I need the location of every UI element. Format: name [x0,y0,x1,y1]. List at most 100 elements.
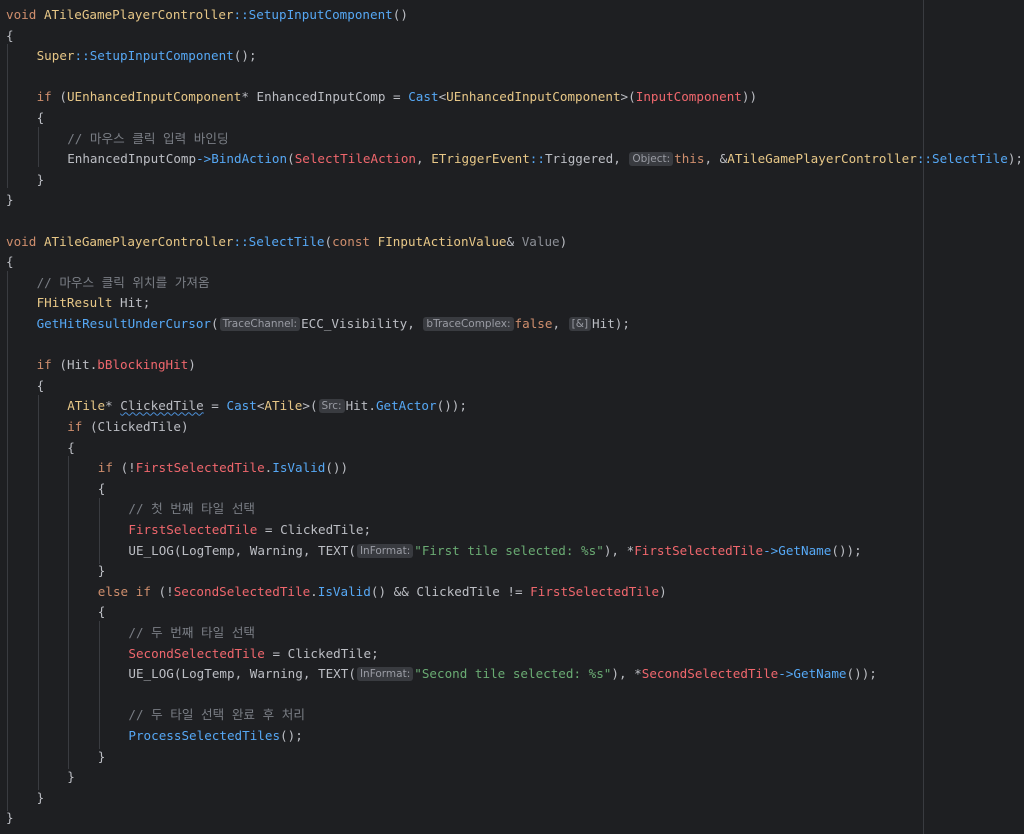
code-line[interactable]: if (UEnhancedInputComponent* EnhancedInp… [0,87,1024,108]
parameter-hint: TraceChannel: [219,317,301,331]
code-token: ! [128,460,136,476]
code-text: { [98,479,106,500]
code-token: ; [459,398,467,414]
code-token: } [6,192,14,208]
code-line[interactable]: // 첫 번째 타일 선택 [0,499,1024,520]
code-token: IsValid [272,460,326,476]
code-line[interactable]: void ATileGamePlayerController::SelectTi… [0,232,1024,253]
code-line[interactable]: { [0,26,1024,47]
code-text: FirstSelectedTile = ClickedTile; [128,520,371,541]
code-text: } [37,788,45,809]
code-line[interactable]: } [0,190,1024,211]
code-line[interactable]: // 마우스 클릭 입력 바인딩 [0,129,1024,150]
parameter-hint: InFormat: [356,667,414,682]
code-line[interactable]: if (!FirstSelectedTile.IsValid()) [0,458,1024,479]
code-line[interactable]: { [0,252,1024,273]
code-text: // 두 번째 타일 선택 [128,623,255,644]
code-token: -> [778,666,794,682]
code-line[interactable]: } [0,747,1024,768]
code-token: ; [371,645,379,661]
code-line[interactable]: { [0,479,1024,500]
code-line[interactable]: if (ClickedTile) [0,417,1024,438]
code-token: { [6,254,14,270]
code-token: ) [854,666,862,682]
code-text: if (UEnhancedInputComponent* EnhancedInp… [37,87,757,108]
code-token: , [611,542,619,558]
code-token: { [97,604,106,620]
code-token: ) [659,583,667,599]
code-line[interactable]: } [0,808,1024,829]
code-line[interactable]: UE_LOG(LogTemp, Warning, TEXT(InFormat: "… [0,541,1024,562]
code-line[interactable]: else if (!SecondSelectedTile.IsValid() &… [0,582,1024,603]
code-token: :: [916,151,932,167]
code-line[interactable]: void ATileGamePlayerController::SetupInp… [0,5,1024,26]
code-text: { [6,26,14,47]
code-token: { [97,480,106,496]
code-token: // 마우스 클릭 입력 바인딩 [67,130,229,146]
code-token: if [36,357,52,373]
code-line[interactable] [0,211,1024,232]
code-line[interactable]: { [0,376,1024,397]
code-line[interactable]: // 두 번째 타일 선택 [0,623,1024,644]
code-token: Hit [592,316,615,331]
code-line[interactable]: } [0,788,1024,809]
code-line[interactable]: Super::SetupInputComponent(); [0,46,1024,67]
code-line[interactable]: ATile* ClickedTile = Cast<ATile>(Src: Hit… [0,396,1024,417]
code-line[interactable]: { [0,108,1024,129]
code-token: ; [622,316,630,331]
code-line[interactable]: } [0,561,1024,582]
code-token: if [36,89,52,105]
code-line[interactable]: // 마우스 클릭 위치를 가져옴 [0,273,1024,294]
code-token: } [36,789,45,805]
code-token: UEnhancedInputComponent [446,89,621,105]
code-line[interactable]: FirstSelectedTile = ClickedTile; [0,520,1024,541]
code-token: ( [348,666,356,682]
code-token: ( [325,460,333,476]
code-token: ( [89,419,98,434]
code-token: ATileGamePlayerController [43,7,234,22]
code-token: GetName [793,666,847,682]
code-line[interactable]: FHitResult Hit; [0,293,1024,314]
code-line[interactable] [0,67,1024,88]
code-line[interactable]: if (Hit.bBlockingHit) [0,355,1024,376]
code-line[interactable]: { [0,602,1024,623]
code-line[interactable]: UE_LOG(LogTemp, Warning, TEXT(InFormat: "… [0,664,1024,685]
parameter-hint: Src: [318,399,345,414]
code-token: :: [233,233,249,249]
code-token: . [368,398,376,414]
code-line[interactable] [0,685,1024,706]
code-line[interactable]: SecondSelectedTile = ClickedTile; [0,644,1024,665]
code-text: if (Hit.bBlockingHit) [37,355,196,376]
code-line[interactable]: { [0,438,1024,459]
code-editor[interactable]: void ATileGamePlayerController::SetupInp… [0,0,1024,834]
code-line[interactable]: // 두 타일 선택 완료 후 처리 [0,705,1024,726]
code-line[interactable]: } [0,767,1024,788]
code-line[interactable]: EnhancedInputComp->BindAction(SelectTile… [0,149,1024,170]
code-token: :: [74,48,90,64]
code-token: bBlockingHit [97,357,189,373]
code-token: TEXT [318,542,349,558]
code-token: Warning [249,666,303,682]
code-token: } [97,563,106,579]
code-token: , [552,316,561,331]
code-token: * [105,398,113,414]
code-line[interactable]: ProcessSelectedTiles(); [0,726,1024,747]
code-line[interactable]: GetHitResultUnderCursor(TraceChannel: ECC… [0,314,1024,335]
code-token: ( [831,542,839,558]
code-token: ) [400,7,408,22]
code-token: FHitResult [36,295,113,311]
code-token: SelectTile [248,233,325,249]
code-token: SecondSelectedTile [641,666,779,682]
code-token: ATileGamePlayerController [727,151,917,167]
code-token: -> [196,151,212,167]
code-token: Hit [66,357,90,373]
code-line[interactable] [0,335,1024,356]
code-line[interactable]: } [0,170,1024,191]
